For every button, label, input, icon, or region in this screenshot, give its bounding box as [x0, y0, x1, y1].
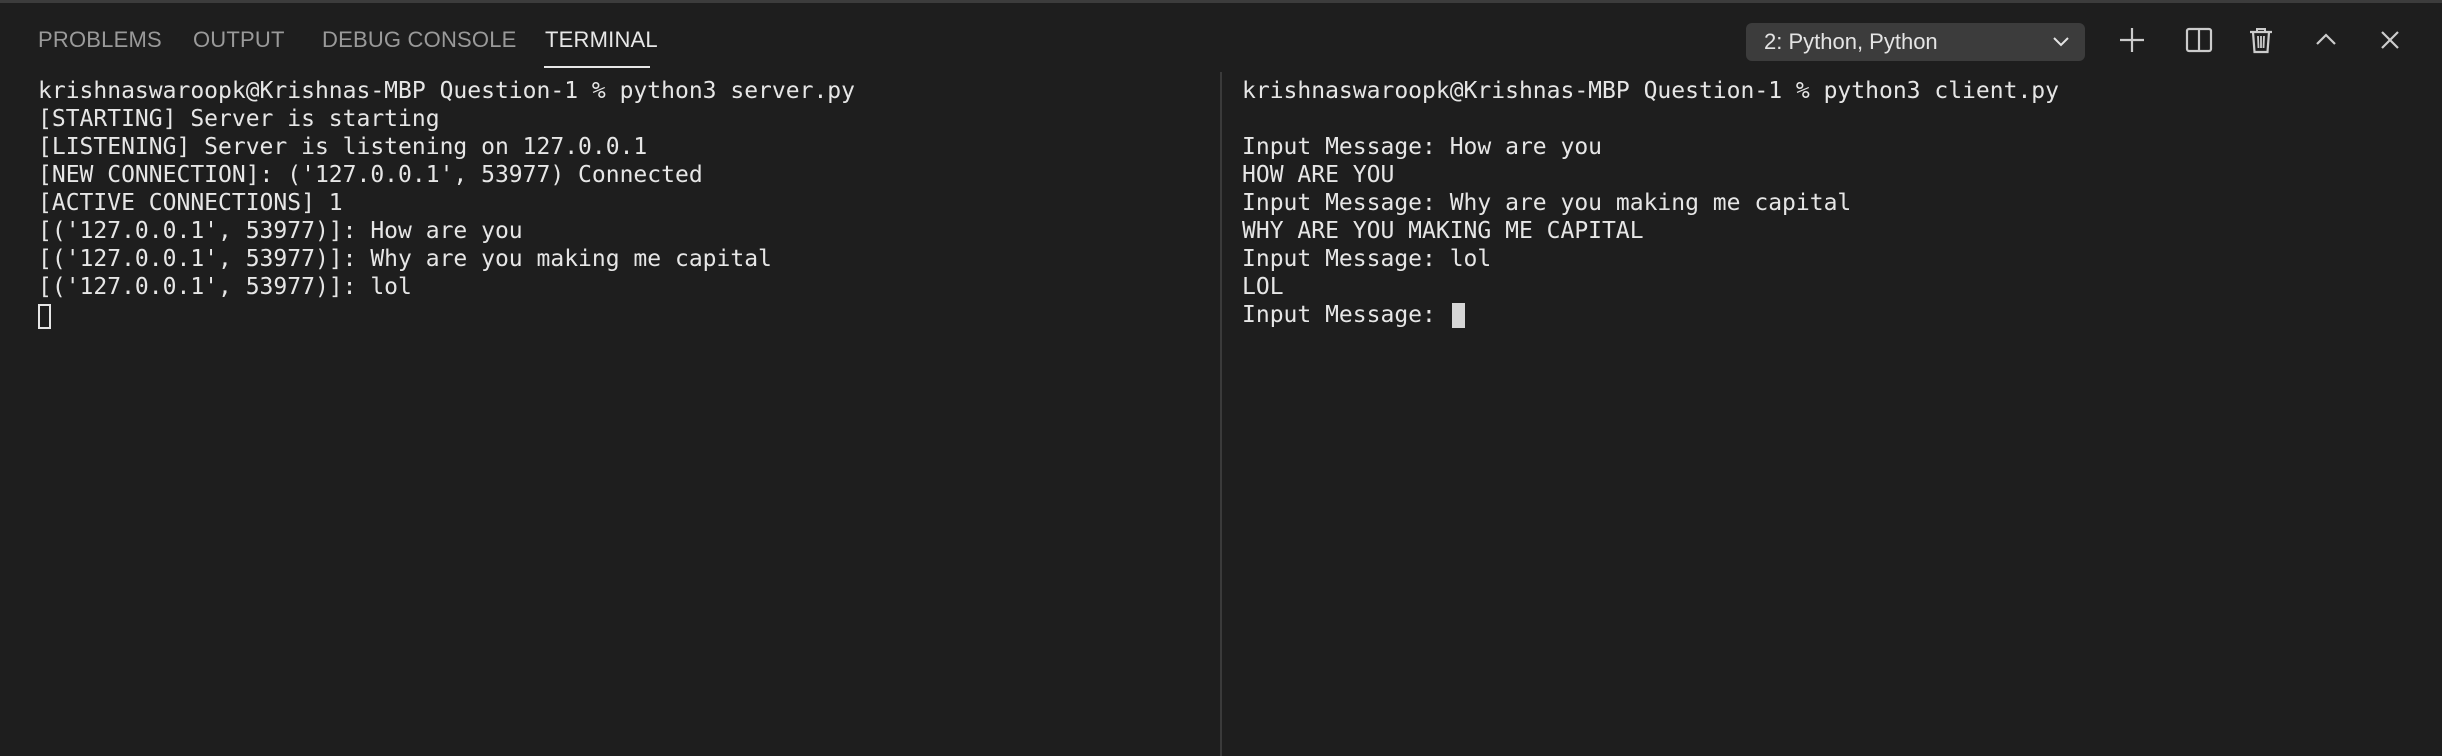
terminal-line: HOW ARE YOU: [1242, 162, 1395, 188]
terminal-line: krishnaswaroopk@Krishnas-MBP Question-1 …: [1242, 78, 2059, 104]
maximize-panel-button[interactable]: [2307, 21, 2345, 59]
terminal-line: [STARTING] Server is starting: [38, 106, 440, 132]
active-tab-indicator: [544, 66, 650, 68]
tab-output[interactable]: OUTPUT: [193, 27, 285, 53]
new-terminal-button[interactable]: [2113, 21, 2151, 59]
terminal-selector-value: 2: Python, Python: [1764, 29, 1938, 54]
split-terminal-button[interactable]: [2180, 21, 2218, 59]
terminal-pane-client[interactable]: krishnaswaroopk@Krishnas-MBP Question-1 …: [1222, 76, 2442, 756]
kill-terminal-button[interactable]: [2242, 21, 2280, 59]
terminal-selector-dropdown[interactable]: 2: Python, Python: [1746, 23, 2085, 61]
terminal-line: Input Message: lol: [1242, 246, 1492, 272]
terminal-line: [LISTENING] Server is listening on 127.0…: [38, 134, 648, 160]
terminal-input-prompt: Input Message:: [1242, 302, 1450, 328]
tab-debug-console[interactable]: DEBUG CONSOLE: [322, 27, 517, 53]
close-icon: [2371, 21, 2409, 59]
terminal-line: Input Message: Why are you making me cap…: [1242, 190, 1852, 216]
close-panel-button[interactable]: [2371, 21, 2409, 59]
terminal-line: [('127.0.0.1', 53977)]: How are you: [38, 218, 523, 244]
chevron-down-icon: [2051, 33, 2071, 51]
terminal-line: WHY ARE YOU MAKING ME CAPITAL: [1242, 218, 1644, 244]
terminal-cursor: [1452, 303, 1465, 328]
terminal-line: [('127.0.0.1', 53977)]: lol: [38, 274, 412, 300]
terminal-line: Input Message: How are you: [1242, 134, 1603, 160]
terminal-line: [ACTIVE CONNECTIONS] 1: [38, 190, 343, 216]
terminal-pane-server[interactable]: krishnaswaroopk@Krishnas-MBP Question-1 …: [0, 76, 1220, 756]
terminal-line: krishnaswaroopk@Krishnas-MBP Question-1 …: [38, 78, 855, 104]
terminal-line: [NEW CONNECTION]: ('127.0.0.1', 53977) C…: [38, 162, 703, 188]
plus-icon: [2113, 21, 2151, 59]
tab-terminal[interactable]: TERMINAL: [545, 27, 658, 53]
split-icon: [2180, 21, 2218, 59]
tab-problems[interactable]: PROBLEMS: [38, 27, 162, 53]
terminal-cursor: [38, 304, 51, 329]
terminal-line: LOL: [1242, 274, 1284, 300]
terminal-line: [('127.0.0.1', 53977)]: Why are you maki…: [38, 246, 772, 272]
chevron-up-icon: [2307, 21, 2345, 59]
trash-icon: [2242, 21, 2280, 59]
panel-tab-bar: PROBLEMS OUTPUT DEBUG CONSOLE TERMINAL 2…: [0, 3, 2442, 71]
